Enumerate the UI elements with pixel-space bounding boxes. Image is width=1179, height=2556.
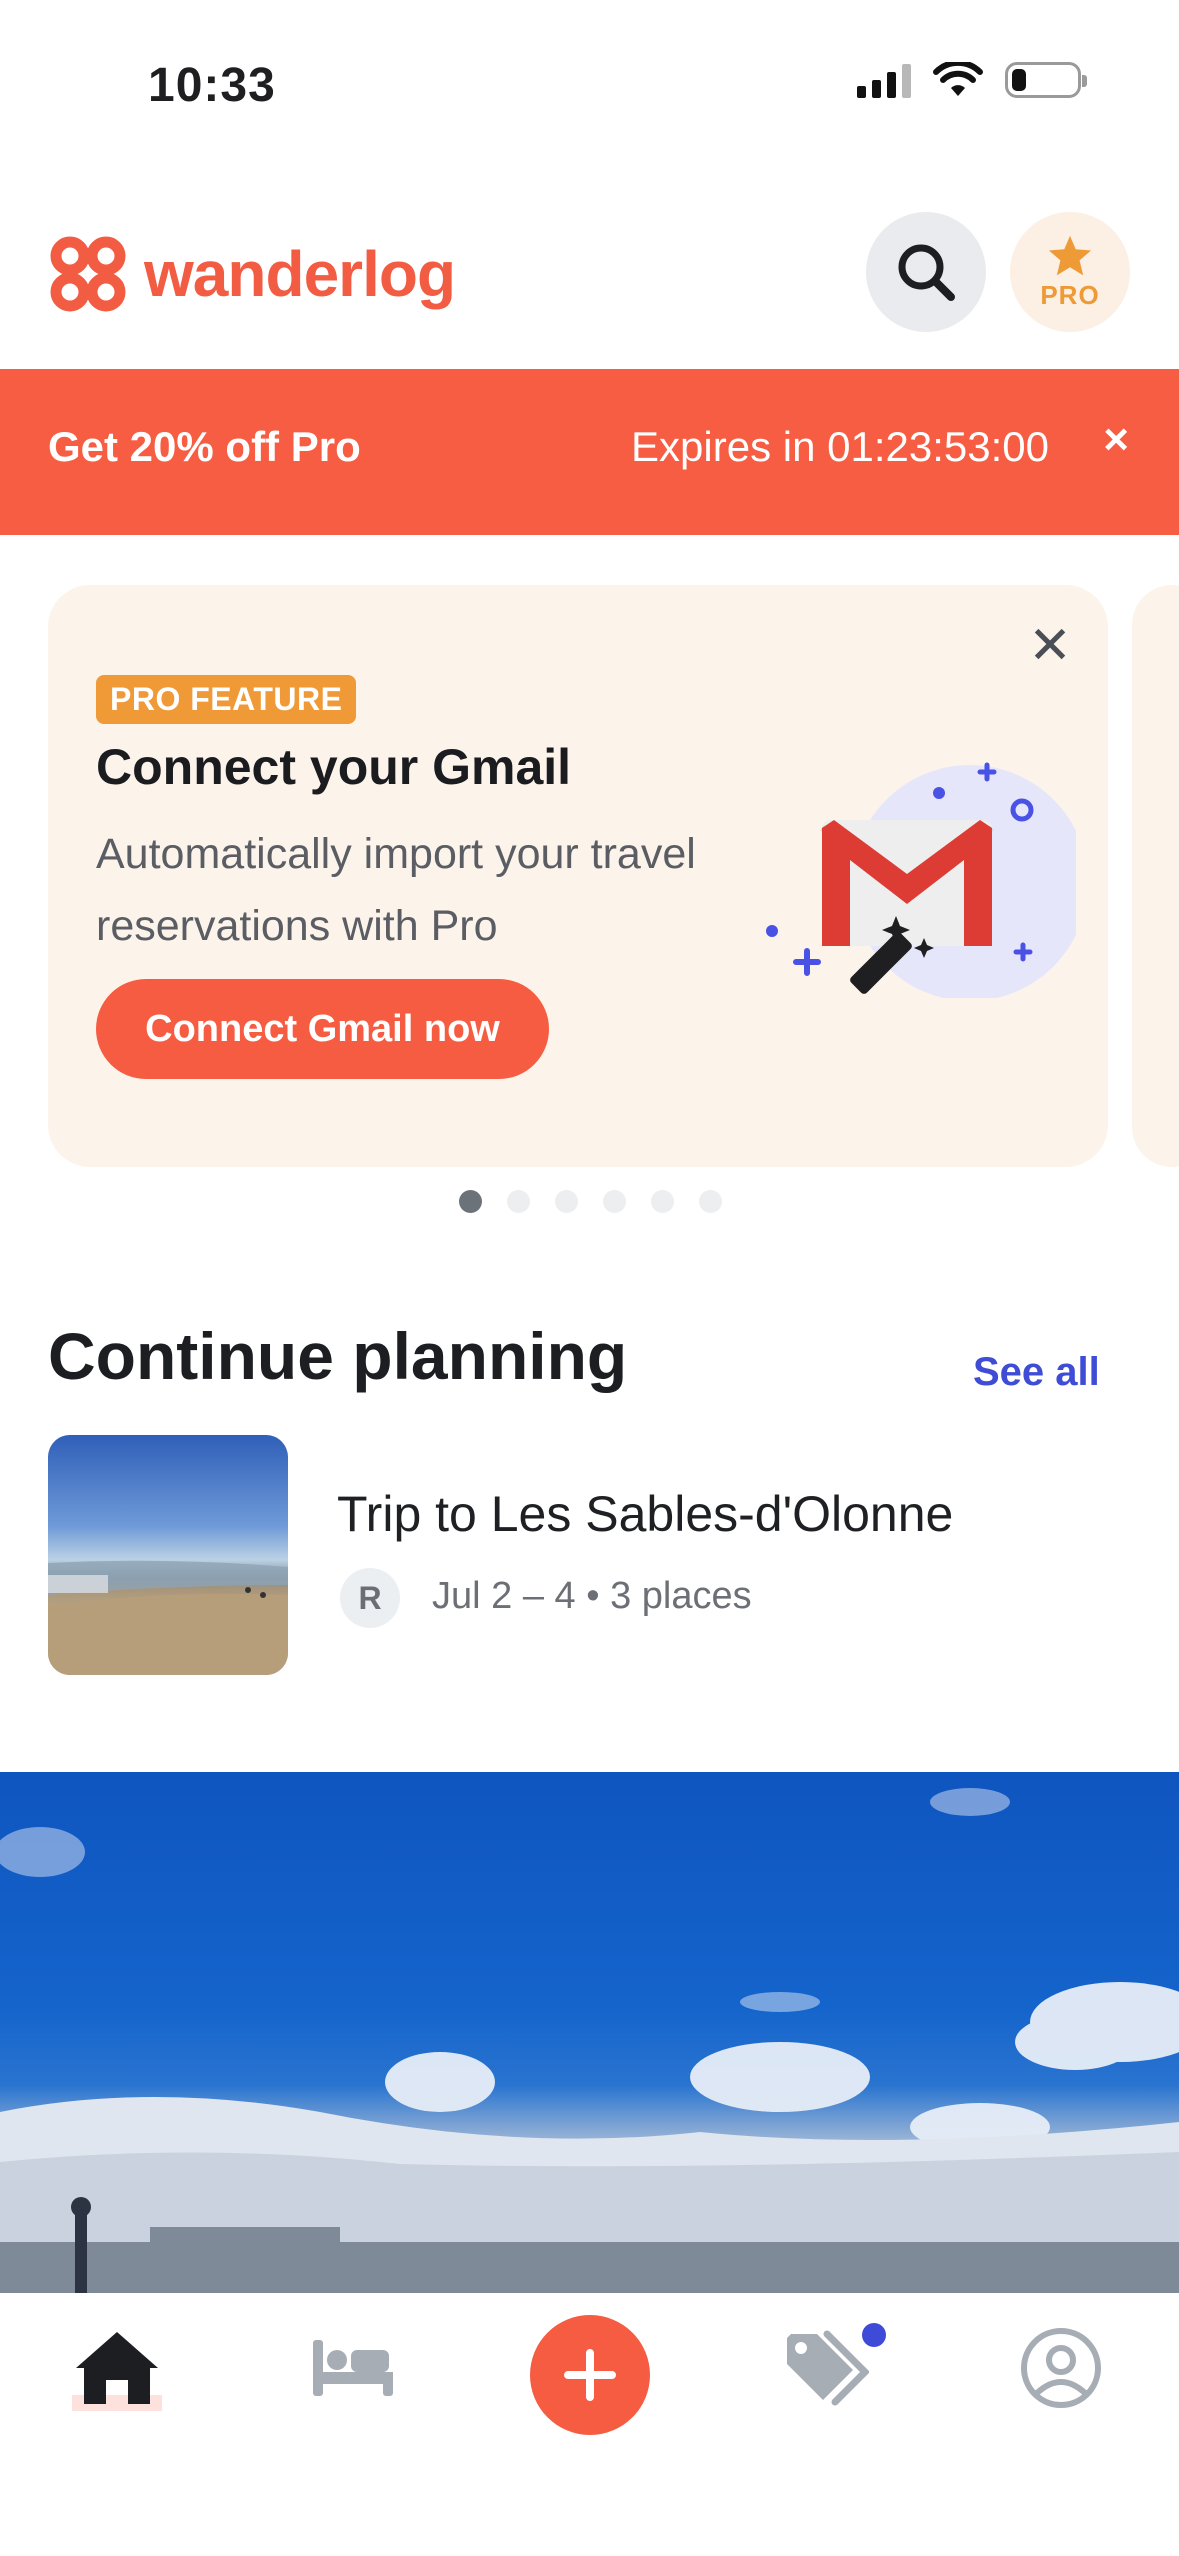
- trip-dates-places: Jul 2 – 4 • 3 places: [432, 1575, 752, 1617]
- sky-city-photo: [0, 1788, 1179, 2294]
- destination-hero-image[interactable]: [0, 1772, 1179, 2294]
- tags-icon: [787, 2330, 869, 2406]
- trip-list-item[interactable]: Trip to Les Sables-d'Olonne R Jul 2 – 4 …: [48, 1435, 1131, 1680]
- wifi-icon: [933, 62, 983, 96]
- wanderlog-logo-icon: [50, 236, 126, 312]
- carousel-dot[interactable]: [555, 1190, 578, 1213]
- connect-gmail-button[interactable]: Connect Gmail now: [96, 979, 549, 1079]
- tab-home[interactable]: [57, 2293, 177, 2443]
- carousel-dot[interactable]: [507, 1190, 530, 1213]
- tab-profile[interactable]: [1001, 2293, 1121, 2443]
- cellular-signal-icon: [857, 62, 911, 98]
- gmail-envelope-icon: [820, 820, 994, 946]
- logo-wordmark: wanderlog: [144, 238, 456, 310]
- gmail-magic-illustration: [766, 762, 1076, 998]
- user-circle-icon: [1021, 2328, 1101, 2408]
- promo-offer-text: Get 20% off Pro: [48, 423, 361, 470]
- tab-deals[interactable]: [766, 2293, 886, 2443]
- card-close-icon[interactable]: ✕: [1024, 617, 1076, 675]
- promo-close-icon[interactable]: ×: [1103, 415, 1129, 465]
- promo-countdown: Expires in 01:23:53:00: [631, 423, 1049, 470]
- add-trip-button[interactable]: [530, 2315, 650, 2435]
- promo-banner[interactable]: Get 20% off Pro Expires in 01:23:53:00 ×: [0, 369, 1179, 535]
- trip-title: Trip to Les Sables-d'Olonne: [337, 1486, 954, 1542]
- next-card-peek[interactable]: [1132, 585, 1179, 1167]
- star-icon: [1048, 235, 1092, 275]
- card-description: Automatically import your travel reserva…: [96, 830, 696, 950]
- app-logo[interactable]: wanderlog: [48, 236, 456, 312]
- plus-icon: [564, 2349, 616, 2401]
- trip-thumbnail: [48, 1435, 288, 1675]
- continue-planning-title: Continue planning: [48, 1319, 628, 1393]
- tab-hotels[interactable]: [293, 2293, 413, 2443]
- pro-button[interactable]: PRO: [1010, 212, 1130, 332]
- trip-owner-avatar: R: [340, 1568, 400, 1628]
- see-all-link[interactable]: See all: [973, 1350, 1100, 1395]
- battery-icon: [1005, 62, 1087, 98]
- search-icon: [898, 244, 955, 301]
- carousel-dot[interactable]: [651, 1190, 674, 1213]
- deals-notification-dot: [862, 2323, 886, 2347]
- card-title: Connect your Gmail: [96, 739, 572, 795]
- search-button[interactable]: [866, 212, 986, 332]
- status-time: 10:33: [148, 59, 276, 112]
- carousel-dot[interactable]: [459, 1190, 482, 1213]
- carousel-dot[interactable]: [699, 1190, 722, 1213]
- bed-icon: [313, 2340, 393, 2396]
- pro-label: PRO: [1040, 279, 1100, 310]
- carousel-dots[interactable]: [459, 1190, 722, 1213]
- beach-photo: [48, 1560, 288, 1675]
- status-icons: [857, 62, 1087, 98]
- pro-feature-badge: PRO FEATURE: [96, 675, 357, 724]
- home-icon: [76, 2332, 158, 2404]
- carousel-dot[interactable]: [603, 1190, 626, 1213]
- bottom-tab-bar: [0, 2293, 1179, 2556]
